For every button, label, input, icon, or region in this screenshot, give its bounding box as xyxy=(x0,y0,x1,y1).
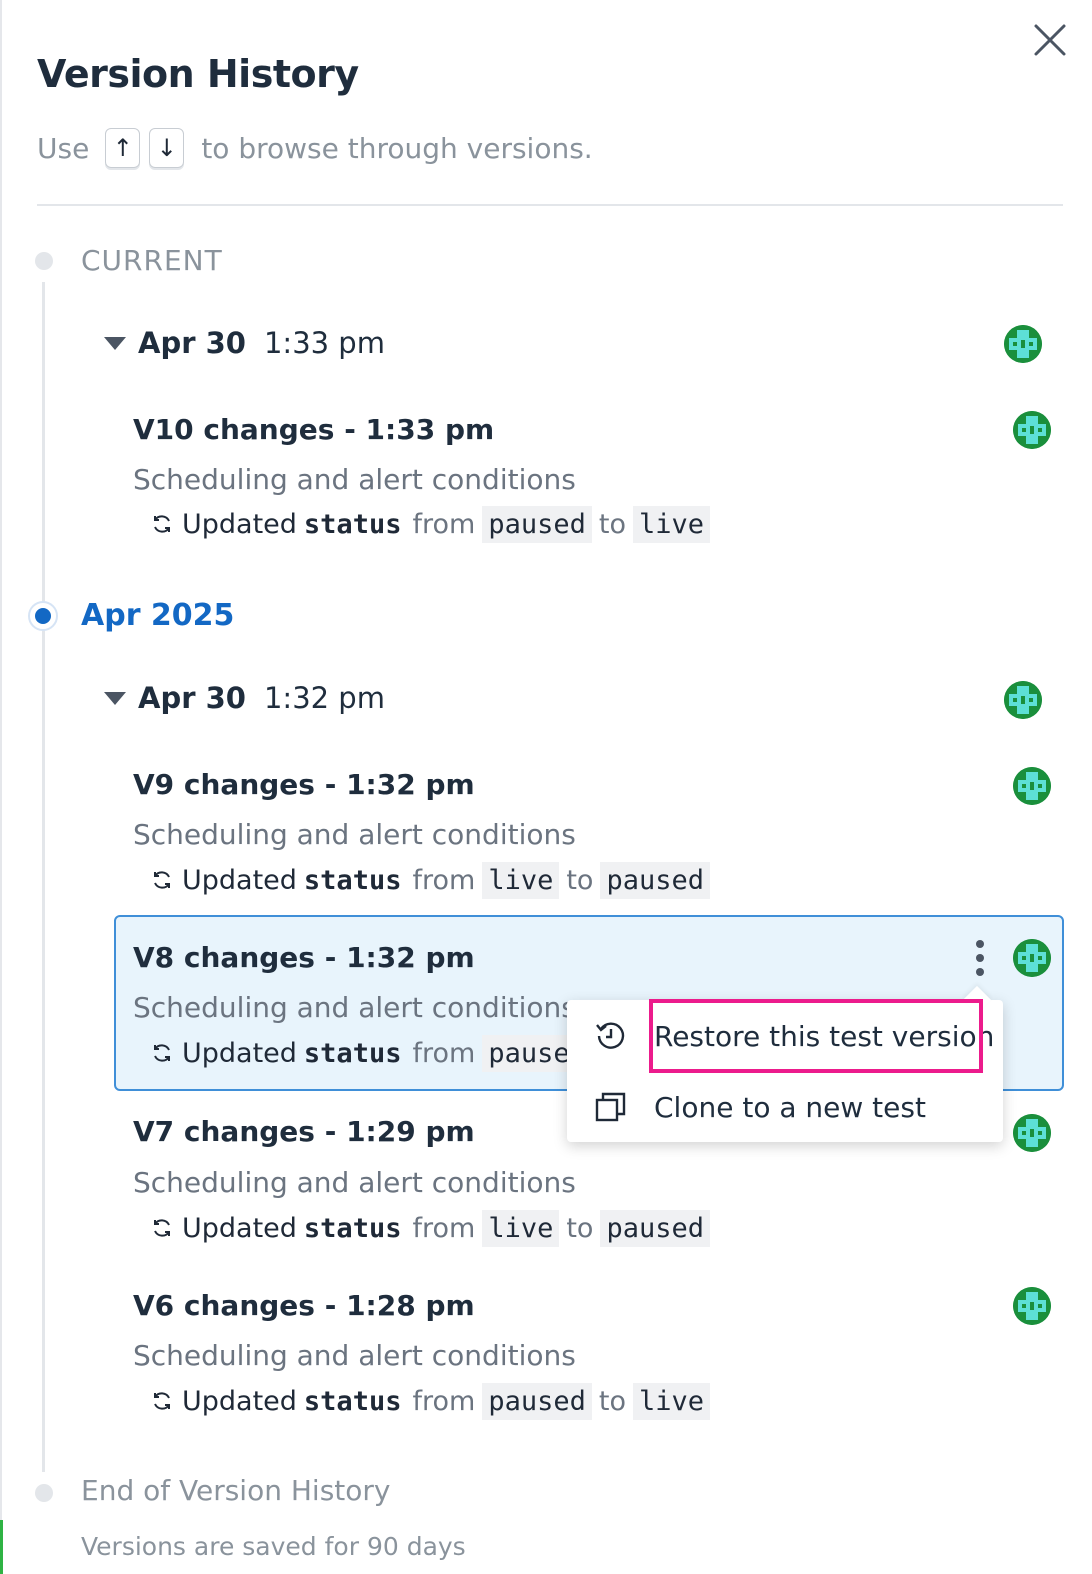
version-context-menu: Restore this test version Clone to a new… xyxy=(567,1000,1003,1142)
date-group-date: Apr 30 xyxy=(138,681,246,715)
month-label: Apr 2025 xyxy=(81,598,235,633)
panel-edge-accent xyxy=(0,1520,3,1574)
user-avatar xyxy=(1013,411,1051,449)
change-to-value: live xyxy=(632,505,710,543)
sync-icon xyxy=(154,1392,170,1410)
change-field: status xyxy=(303,1385,402,1417)
version-change: Updated status from paused to live xyxy=(150,504,713,544)
sync-icon xyxy=(154,515,170,533)
version-subtitle: Scheduling and alert conditions xyxy=(133,991,576,1024)
change-field: status xyxy=(303,508,402,540)
user-avatar-icon xyxy=(1013,939,1051,977)
date-group-time: 1:32 pm xyxy=(263,681,385,715)
timeline-dot-current xyxy=(35,252,53,270)
change-from-value: paused xyxy=(482,505,592,543)
keyboard-hint: Use ↑ ↓ to browse through versions. xyxy=(37,126,593,170)
sync-icon xyxy=(154,871,170,889)
clone-label: Clone to a new test xyxy=(654,1090,926,1124)
change-to-value: paused xyxy=(600,1209,710,1247)
version-subtitle: Scheduling and alert conditions xyxy=(133,1166,576,1199)
user-avatar-icon xyxy=(1004,325,1042,363)
user-avatar-icon xyxy=(1004,681,1042,719)
panel-left-edge xyxy=(0,0,2,1574)
change-from-word: from xyxy=(412,864,476,896)
user-avatar-icon xyxy=(1013,411,1051,449)
clone-icon xyxy=(595,1092,626,1122)
history-icon xyxy=(596,1022,625,1049)
user-avatar xyxy=(1004,325,1042,363)
panel-title: Version History xyxy=(37,52,359,96)
version-subtitle: Scheduling and alert conditions xyxy=(133,818,576,851)
date-group-toggle-current[interactable]: Apr 30 1:33 pm xyxy=(104,326,385,360)
date-group-date: Apr 30 xyxy=(138,326,246,360)
change-to-word: to xyxy=(566,1212,594,1244)
version-subtitle: Scheduling and alert conditions xyxy=(133,1339,576,1372)
clone-test-menu-item[interactable]: Clone to a new test xyxy=(567,1075,1003,1139)
change-from-value: live xyxy=(482,861,560,899)
change-prefix: Updated xyxy=(182,1385,297,1417)
change-to-value: live xyxy=(632,1382,710,1420)
change-prefix: Updated xyxy=(182,864,297,896)
change-from-word: from xyxy=(412,1212,476,1244)
date-group-toggle-month[interactable]: Apr 30 1:32 pm xyxy=(104,681,385,715)
sync-icon xyxy=(154,1044,170,1062)
version-title[interactable]: V7 changes - 1:29 pm xyxy=(133,1115,475,1148)
hint-suffix: to browse through versions. xyxy=(201,131,593,165)
sync-icon xyxy=(154,1219,170,1237)
change-to-value: paused xyxy=(600,861,710,899)
close-icon xyxy=(1034,24,1066,56)
user-avatar xyxy=(1013,1114,1051,1152)
change-to-word: to xyxy=(598,1385,626,1417)
hint-prefix: Use xyxy=(37,131,90,165)
arrow-down-key: ↓ xyxy=(149,128,185,168)
change-from-value: live xyxy=(482,1209,560,1247)
change-from-word: from xyxy=(412,1385,476,1417)
version-subtitle: Scheduling and alert conditions xyxy=(133,463,576,496)
version-title[interactable]: V9 changes - 1:32 pm xyxy=(133,768,475,801)
current-label: CURRENT xyxy=(81,244,223,277)
version-change: Updated status from live to paused xyxy=(150,1208,713,1248)
caret-down-icon xyxy=(104,691,126,705)
header-divider xyxy=(37,204,1063,206)
change-field: status xyxy=(303,1212,402,1244)
restore-label: Restore this test version xyxy=(654,1019,995,1053)
arrow-up-key: ↑ xyxy=(105,128,141,168)
timeline-line xyxy=(42,282,45,1472)
change-prefix: Updated xyxy=(182,1037,297,1069)
retention-note: Versions are saved for 90 days xyxy=(81,1532,466,1561)
change-from-word: from xyxy=(412,1037,476,1069)
kebab-dot xyxy=(976,940,984,948)
timeline-dot-end xyxy=(35,1484,53,1502)
version-title[interactable]: V8 changes - 1:32 pm xyxy=(133,941,475,974)
change-to-word: to xyxy=(566,864,594,896)
date-group-time: 1:33 pm xyxy=(263,326,385,360)
user-avatar xyxy=(1013,939,1051,977)
change-prefix: Updated xyxy=(182,1212,297,1244)
caret-down-icon xyxy=(104,336,126,350)
kebab-dot xyxy=(976,954,984,962)
close-button[interactable] xyxy=(1030,20,1070,60)
user-avatar-icon xyxy=(1013,1287,1051,1325)
kebab-dot xyxy=(976,968,984,976)
version-change: Updated status from paused to live xyxy=(150,1381,713,1421)
version-title[interactable]: V6 changes - 1:28 pm xyxy=(133,1289,475,1322)
user-avatar-icon xyxy=(1013,1114,1051,1152)
change-field: status xyxy=(303,1037,402,1069)
change-prefix: Updated xyxy=(182,508,297,540)
change-from-value: paused xyxy=(482,1382,592,1420)
version-title[interactable]: V10 changes - 1:33 pm xyxy=(133,413,494,446)
restore-version-menu-item[interactable]: Restore this test version xyxy=(567,1004,1003,1068)
more-actions-button[interactable] xyxy=(966,936,994,980)
end-of-history-label: End of Version History xyxy=(81,1474,391,1507)
user-avatar-icon xyxy=(1013,767,1051,805)
timeline-dot-month xyxy=(28,601,58,631)
change-to-word: to xyxy=(598,508,626,540)
change-field: status xyxy=(303,864,402,896)
user-avatar xyxy=(1013,767,1051,805)
user-avatar xyxy=(1004,681,1042,719)
user-avatar xyxy=(1013,1287,1051,1325)
change-from-word: from xyxy=(412,508,476,540)
version-change: Updated status from live to paused xyxy=(150,860,713,900)
